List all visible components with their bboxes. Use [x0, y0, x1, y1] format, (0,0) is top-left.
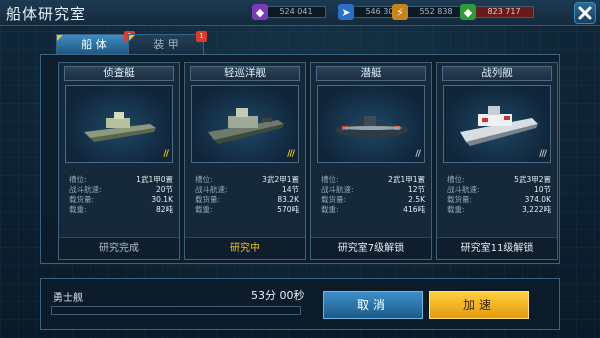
resource-value: 823 717	[474, 6, 534, 18]
ship-card-submarine[interactable]: 潜艇 // 槽位: 2武1甲1置 战斗航速: 12节 载货量: 2.5K 载重: 416…	[310, 62, 432, 260]
blue-wing-icon: ➤	[338, 4, 354, 20]
submarine-icon	[336, 116, 408, 138]
notification-badge: 1	[196, 31, 207, 42]
research-status: 研究室11级解锁	[437, 237, 557, 259]
tab-corner-marker	[57, 35, 63, 41]
ship-image: //	[65, 85, 173, 163]
tab-label: 船 体	[81, 38, 107, 51]
ship-name: 侦查艇	[64, 66, 174, 81]
close-button[interactable]	[574, 2, 596, 24]
ship-name: 潜艇	[316, 66, 426, 81]
battleship-icon	[460, 106, 538, 146]
ship-image: ///	[443, 85, 551, 163]
speed-up-button[interactable]: 加速	[429, 291, 529, 319]
research-progress-bar: 勇士舰 53分 00秒 取消 加速	[40, 278, 560, 330]
resource-gem: ◆ 823 717	[460, 4, 534, 20]
tab-hull[interactable]: 船 体 1	[56, 31, 135, 54]
ship-name: 轻巡洋舰	[190, 66, 300, 81]
green-gem-icon: ◆	[460, 4, 476, 20]
ship-image: ///	[191, 85, 299, 163]
research-timer: 53分 00秒	[251, 289, 305, 302]
rarity-stripes: //	[163, 149, 168, 159]
research-status: 研究室7级解锁	[311, 237, 431, 259]
purple-crystal-icon: ◆	[252, 4, 268, 20]
light-cruiser-icon	[208, 108, 284, 144]
rarity-stripes: ///	[287, 149, 295, 159]
top-bar: 船体研究室 ◆ 524 041 ➤ 546 301 ⚡ 552 838 ◆ 82…	[0, 0, 600, 26]
resource-value: 552 838	[406, 6, 466, 18]
tab-armor[interactable]: 装 甲 1	[128, 31, 207, 54]
page-title: 船体研究室	[6, 5, 87, 23]
ship-stats: 槽位: 3武2甲1置 战斗航速: 14节 载货量: 83.2K 载重: 570吨	[195, 175, 299, 214]
ship-stats: 槽位: 1武1甲0置 战斗航速: 20节 载货量: 30.1K 载重: 82吨	[69, 175, 173, 214]
resource-crystal: ◆ 524 041	[252, 4, 326, 20]
research-status: 研究完成	[59, 237, 179, 259]
tab-label: 装 甲	[153, 38, 179, 51]
ship-image: //	[317, 85, 425, 163]
lightning-icon: ⚡	[392, 4, 408, 20]
rarity-stripes: //	[415, 149, 420, 159]
scout-boat-icon	[84, 112, 156, 142]
resource-value: 524 041	[266, 6, 326, 18]
rarity-stripes: ///	[539, 149, 547, 159]
research-status: 研究中	[185, 237, 305, 259]
researching-ship-name: 勇士舰	[53, 293, 83, 304]
progress-bar	[51, 306, 301, 315]
resource-energy: ⚡ 552 838	[392, 4, 466, 20]
tab-corner-marker	[129, 35, 135, 41]
close-icon	[578, 6, 592, 20]
ship-card-light-cruiser[interactable]: 轻巡洋舰 /// 槽位: 3武2甲1置 战斗航速: 14节 载货量: 83.2K 载重…	[184, 62, 306, 260]
cancel-button[interactable]: 取消	[323, 291, 423, 319]
ship-stats: 槽位: 5武3甲2置 战斗航速: 10节 载货量: 374.0K 载重: 3,222吨	[447, 175, 551, 214]
ship-card-battleship[interactable]: 战列舰 /// 槽位: 5武3甲2置 战斗航速: 10节 载货量: 374.0K 载重…	[436, 62, 558, 260]
ship-card-scout[interactable]: 侦查艇 // 槽位: 1武1甲0置 战斗航速: 20节 载货量: 30.1K 载重: 8…	[58, 62, 180, 260]
ship-stats: 槽位: 2武1甲1置 战斗航速: 12节 载货量: 2.5K 载重: 416吨	[321, 175, 425, 214]
ship-name: 战列舰	[442, 66, 552, 81]
